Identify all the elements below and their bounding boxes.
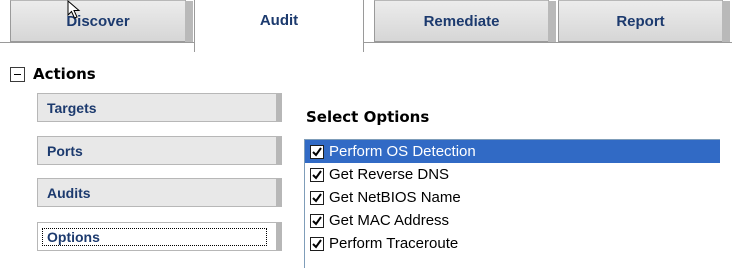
action-options-label: Options	[42, 227, 267, 246]
tab-audit[interactable]: Audit	[194, 0, 364, 52]
option-os-detection-label: Perform OS Detection	[329, 143, 476, 160]
action-audits-label: Audits	[47, 184, 91, 201]
option-netbios-name-label: Get NetBIOS Name	[329, 189, 461, 206]
actions-title: Actions	[33, 65, 96, 83]
mouse-cursor-icon	[67, 0, 81, 19]
action-targets-button[interactable]: Targets	[37, 93, 282, 122]
action-targets-label: Targets	[47, 99, 97, 116]
option-os-detection[interactable]: Perform OS Detection	[305, 140, 720, 163]
select-options-title: Select Options	[306, 108, 430, 126]
option-reverse-dns-label: Get Reverse DNS	[329, 166, 450, 183]
tab-remediate[interactable]: Remediate	[374, 0, 556, 43]
checkbox-checked-icon[interactable]	[310, 236, 324, 251]
option-traceroute-label: Perform Traceroute	[329, 235, 459, 252]
tab-divider-right	[364, 42, 732, 43]
action-audits-button[interactable]: Audits	[37, 178, 282, 207]
option-mac-address-label: Get MAC Address	[329, 212, 450, 229]
option-reverse-dns[interactable]: Get Reverse DNS	[305, 163, 720, 186]
checkbox-checked-icon[interactable]	[310, 190, 324, 205]
checkbox-checked-icon[interactable]	[310, 144, 324, 159]
checkbox-checked-icon[interactable]	[310, 167, 324, 182]
collapse-minus-icon[interactable]	[10, 66, 25, 82]
action-ports-label: Ports	[47, 142, 83, 159]
action-options-button[interactable]: Options	[37, 222, 282, 251]
option-netbios-name[interactable]: Get NetBIOS Name	[305, 186, 720, 209]
checkbox-checked-icon[interactable]	[310, 213, 324, 228]
tab-remediate-label: Remediate	[423, 13, 500, 30]
option-mac-address[interactable]: Get MAC Address	[305, 209, 720, 232]
tab-strip: Discover Audit Remediate Report	[0, 0, 732, 52]
tab-divider-left	[0, 42, 194, 43]
tab-report-label: Report	[616, 13, 665, 30]
tab-audit-label: Audit	[259, 12, 299, 29]
tab-discover[interactable]: Discover	[10, 0, 193, 43]
option-traceroute[interactable]: Perform Traceroute	[305, 232, 720, 255]
tab-report[interactable]: Report	[558, 0, 730, 43]
actions-header: Actions	[10, 65, 96, 83]
options-checklist: Perform OS Detection Get Reverse DNS Get…	[304, 139, 720, 268]
action-ports-button[interactable]: Ports	[37, 136, 282, 165]
